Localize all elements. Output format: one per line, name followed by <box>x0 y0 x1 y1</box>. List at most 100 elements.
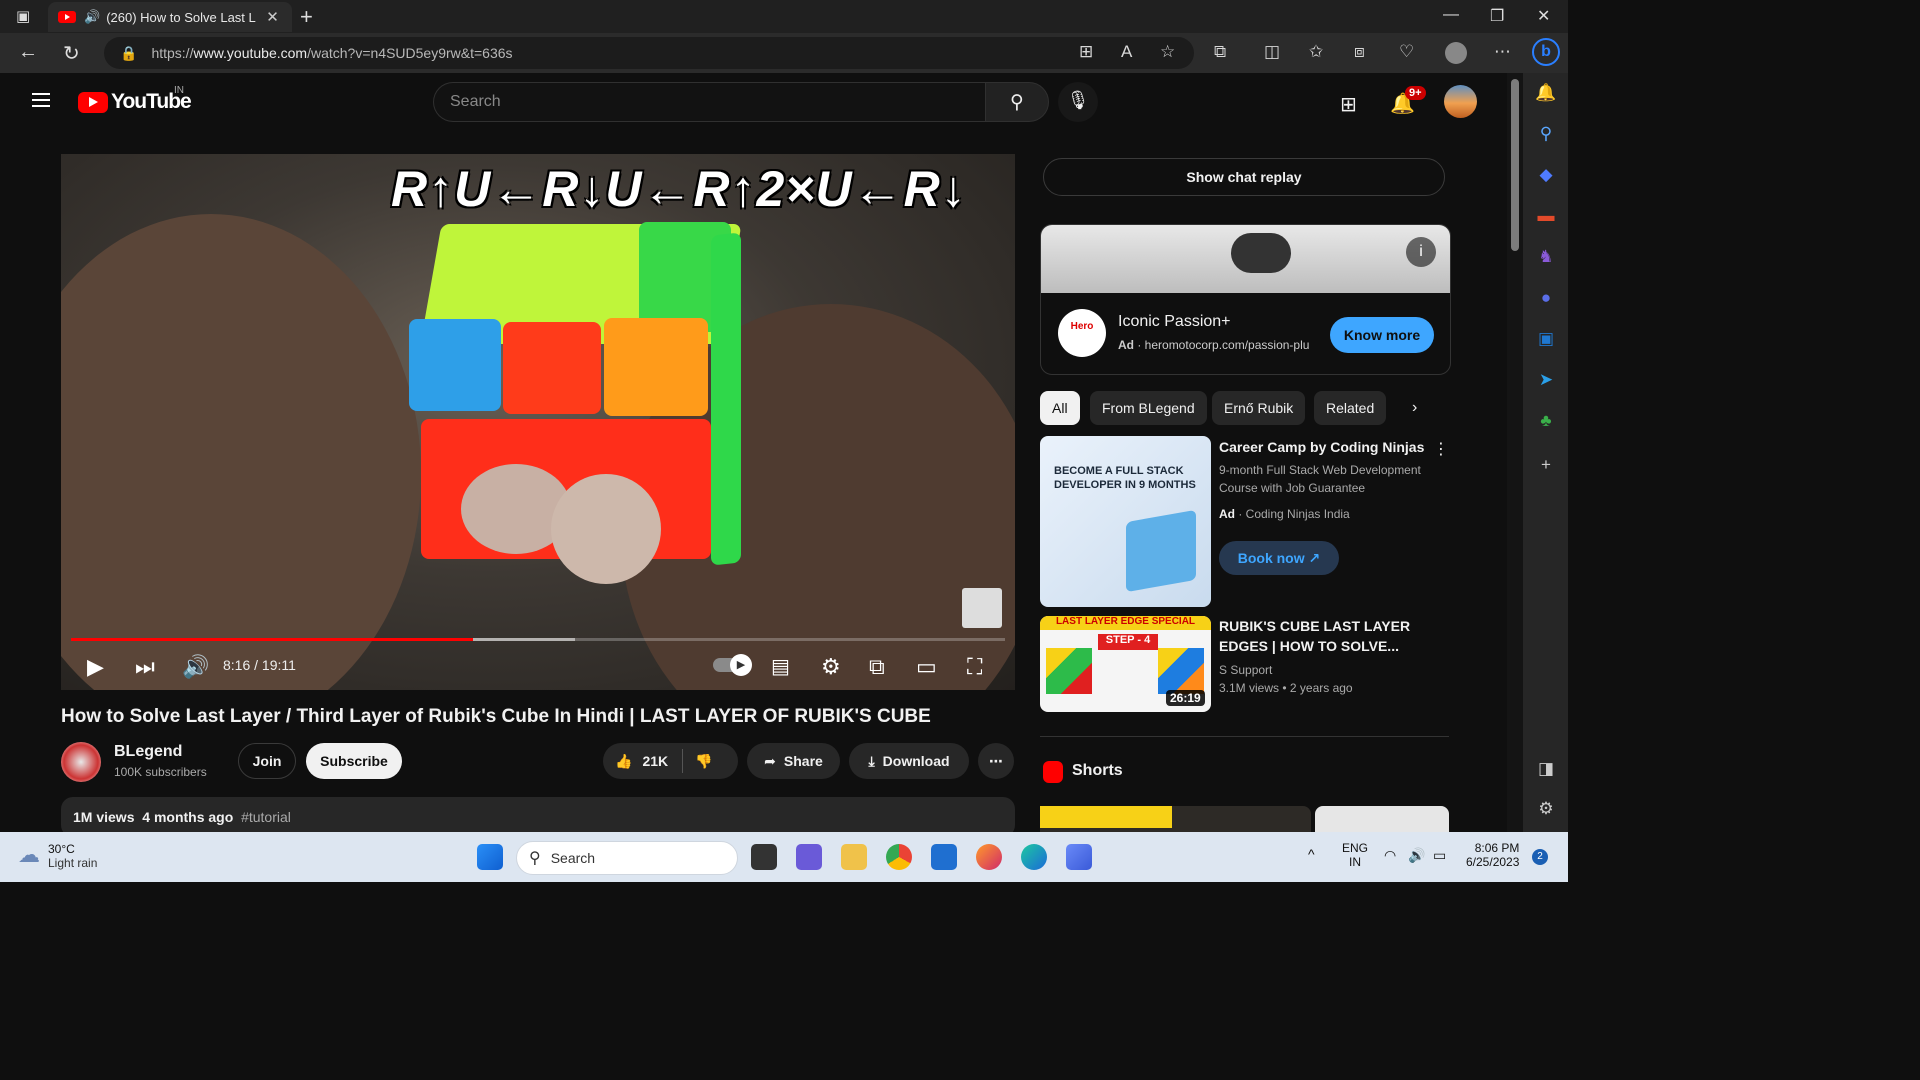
settings-gear-icon[interactable]: ⚙ <box>821 654 841 680</box>
volume-icon[interactable]: 🔊 <box>1408 847 1425 864</box>
read-aloud-icon[interactable]: A <box>1121 42 1132 62</box>
collections-icon[interactable]: ⧈ <box>1354 42 1365 62</box>
play-icon[interactable]: ▶ <box>87 654 104 680</box>
show-chat-replay-button[interactable]: Show chat replay <box>1043 158 1445 196</box>
settings-gear-icon[interactable]: ⚙ <box>1535 799 1557 821</box>
ad-banner-image[interactable] <box>1041 225 1450 293</box>
mail-icon[interactable] <box>931 844 957 870</box>
scrollbar-thumb[interactable] <box>1511 79 1519 251</box>
menu-icon[interactable] <box>32 93 50 107</box>
sidebar-toggle-icon[interactable]: ◨ <box>1535 759 1557 781</box>
firefox-icon[interactable] <box>976 844 1002 870</box>
book-now-button[interactable]: Book now ↗ <box>1219 541 1339 575</box>
know-more-button[interactable]: Know more <box>1330 317 1434 353</box>
related-title[interactable]: Career Camp by Coding Ninjas <box>1219 437 1429 457</box>
tools-icon[interactable]: ▬ <box>1535 206 1557 228</box>
channel-avatar[interactable] <box>61 742 101 782</box>
minimize-icon[interactable]: — <box>1443 6 1459 24</box>
voice-search-button[interactable]: 🎙 <box>1058 82 1098 122</box>
miniplayer-icon[interactable]: ⧉ <box>869 654 885 680</box>
shopping-tag-icon[interactable]: ◆ <box>1535 165 1557 187</box>
fullscreen-icon[interactable]: ⛶ <box>967 654 982 680</box>
bing-copilot-icon[interactable]: b <box>1532 38 1560 66</box>
subtitles-icon[interactable]: ▤ <box>771 654 790 679</box>
chrome-icon[interactable] <box>886 844 912 870</box>
windows-start-icon[interactable] <box>477 844 503 870</box>
page-scrollbar[interactable] <box>1507 73 1523 832</box>
short-thumbnail[interactable] <box>1040 806 1311 832</box>
games-icon[interactable]: ♞ <box>1535 247 1557 269</box>
performance-icon[interactable]: ♡ <box>1399 42 1414 62</box>
more-actions-button[interactable]: ⋯ <box>978 743 1014 779</box>
app-available-icon[interactable]: ⊞ <box>1079 42 1093 62</box>
copilot-app-icon[interactable] <box>1066 844 1092 870</box>
notification-badge[interactable]: 2 <box>1532 849 1548 865</box>
chip-all[interactable]: All <box>1040 391 1080 425</box>
advertiser-logo[interactable]: Hero <box>1058 309 1106 357</box>
tree-icon[interactable]: ♣ <box>1535 411 1557 433</box>
next-icon[interactable]: ⏭ <box>135 654 155 680</box>
more-options-icon[interactable]: ⋯ <box>1494 42 1511 62</box>
tab-actions-icon[interactable]: ▣ <box>16 7 30 25</box>
send-icon[interactable]: ➤ <box>1535 370 1557 392</box>
refresh-icon[interactable]: ↻ <box>63 41 80 66</box>
add-icon[interactable]: + <box>1535 455 1557 477</box>
hashtag-link[interactable]: #tutorial <box>241 809 291 825</box>
thumbs-down-icon[interactable]: 👎 <box>695 753 712 770</box>
battery-icon[interactable]: ▭ <box>1433 847 1446 864</box>
copilot-icon[interactable]: ● <box>1535 288 1557 310</box>
favorite-star-icon[interactable]: ☆ <box>1160 42 1175 62</box>
extensions-icon[interactable]: ⧉ <box>1214 42 1226 62</box>
chip-related[interactable]: Related <box>1314 391 1387 425</box>
close-window-icon[interactable]: ✕ <box>1537 6 1550 26</box>
chevron-right-icon[interactable]: › <box>1412 399 1417 417</box>
channel-name[interactable]: BLegend <box>114 743 182 761</box>
short-thumbnail[interactable] <box>1315 806 1449 832</box>
lock-icon[interactable]: 🔒 <box>120 45 137 62</box>
maximize-icon[interactable]: ❐ <box>1490 6 1504 26</box>
teams-chat-icon[interactable] <box>796 844 822 870</box>
related-title[interactable]: RUBIK'S CUBE LAST LAYER EDGES | HOW TO S… <box>1219 616 1429 656</box>
subscribe-button[interactable]: Subscribe <box>306 743 402 779</box>
chip-erno-rubik[interactable]: Ernő Rubik <box>1212 391 1306 425</box>
user-avatar[interactable] <box>1444 85 1477 118</box>
address-bar[interactable]: 🔒 https://www.youtube.com/watch?v=n4SUD5… <box>104 37 1194 69</box>
search-button[interactable]: ⚲ <box>985 82 1049 122</box>
chevron-up-icon[interactable]: ^ <box>1308 846 1315 862</box>
description-box[interactable]: 1M views 4 months ago #tutorial <box>61 797 1015 832</box>
back-icon[interactable]: ← <box>18 41 38 64</box>
language-indicator[interactable]: ENG IN <box>1342 841 1368 869</box>
share-button[interactable]: ➦ Share <box>747 743 840 779</box>
wifi-icon[interactable]: ◠ <box>1384 847 1396 864</box>
youtube-logo[interactable]: YouTube IN <box>78 85 192 114</box>
search-icon[interactable]: ⚲ <box>1535 124 1557 146</box>
ad-title[interactable]: Iconic Passion+ <box>1118 313 1231 331</box>
create-video-icon[interactable]: ⊞ <box>1340 92 1357 117</box>
outlook-icon[interactable]: ▣ <box>1535 329 1557 351</box>
like-count[interactable]: 21K <box>642 753 668 769</box>
progress-bar[interactable] <box>71 638 1005 641</box>
browser-tab-youtube[interactable]: 🔊 (260) How to Solve Last Lay ✕ <box>48 2 292 32</box>
download-button[interactable]: ⤓ Download <box>849 743 969 779</box>
chip-from-blegend[interactable]: From BLegend <box>1090 391 1207 425</box>
close-tab-icon[interactable]: ✕ <box>266 8 279 26</box>
split-screen-icon[interactable]: ◫ <box>1264 42 1280 62</box>
volume-icon[interactable]: 🔊 <box>182 654 209 680</box>
more-vertical-icon[interactable]: ⋮ <box>1433 439 1449 459</box>
system-clock[interactable]: 8:06 PM 6/25/2023 <box>1466 841 1519 869</box>
autoplay-toggle[interactable] <box>713 654 752 676</box>
related-thumbnail-ad[interactable]: BECOME A FULL STACK DEVELOPER IN 9 MONTH… <box>1040 436 1211 607</box>
bell-icon[interactable]: 🔔 <box>1535 83 1557 105</box>
profile-icon[interactable] <box>1445 42 1467 64</box>
file-explorer-icon[interactable] <box>841 844 867 870</box>
weather-widget[interactable]: ☁ 30°C Light rain <box>18 842 97 870</box>
search-input[interactable]: Search <box>433 82 985 122</box>
thumbs-up-icon[interactable]: 👍 <box>615 753 632 770</box>
taskbar-search[interactable]: ⚲ Search <box>516 841 738 875</box>
theater-mode-icon[interactable]: ▭ <box>916 654 937 680</box>
ad-card[interactable]: i Hero Iconic Passion+ Ad · heromotocorp… <box>1040 224 1451 375</box>
related-channel[interactable]: S Support <box>1219 661 1439 679</box>
channel-watermark[interactable] <box>962 588 1002 628</box>
new-tab-button[interactable]: + <box>300 4 313 30</box>
speaker-icon[interactable]: 🔊 <box>84 9 100 25</box>
